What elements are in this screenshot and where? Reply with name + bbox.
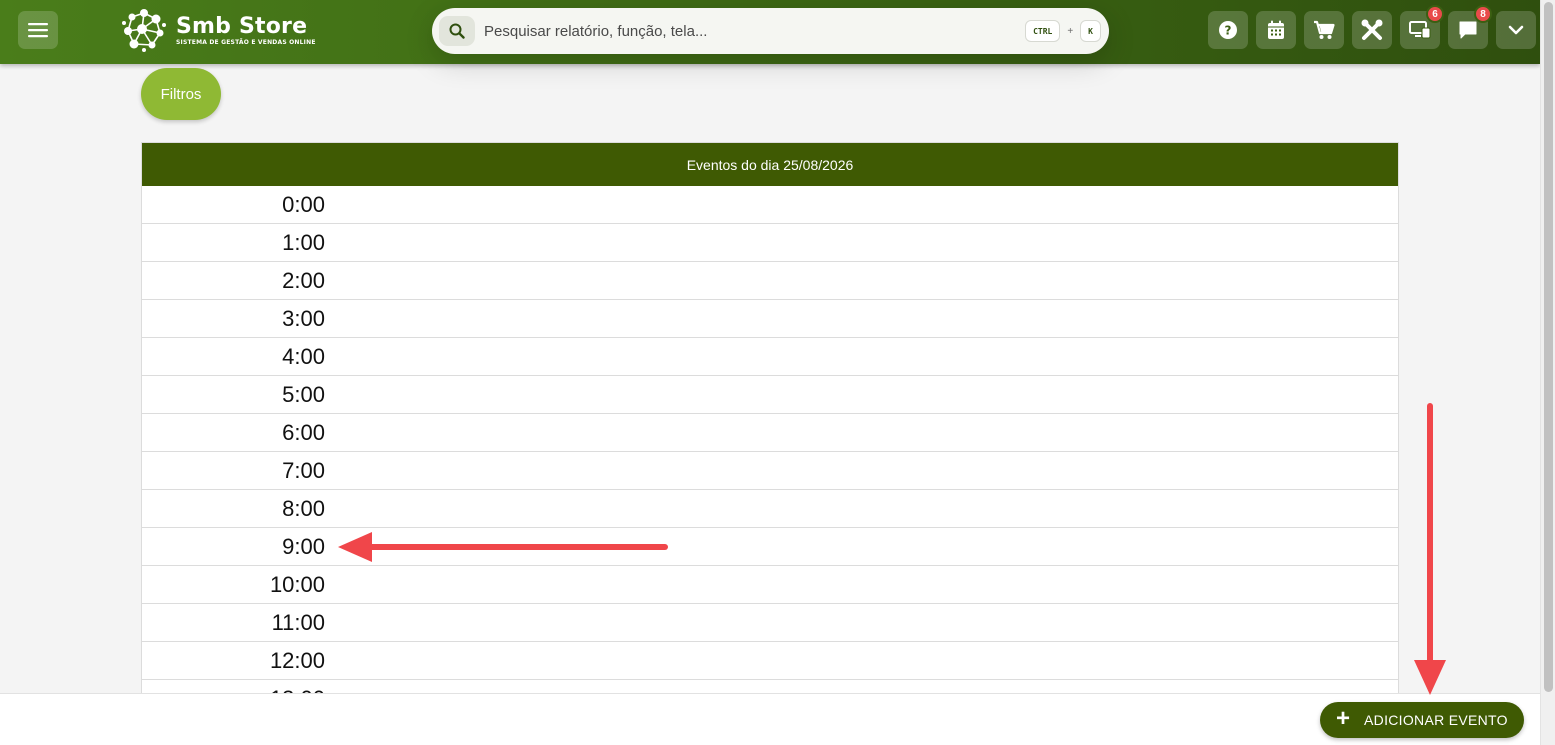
search-icon (449, 23, 465, 39)
hour-event-slot[interactable] (325, 566, 1398, 603)
tools-icon (1361, 19, 1383, 40)
user-menu-button[interactable] (1496, 11, 1536, 49)
hour-event-slot[interactable] (325, 376, 1398, 413)
help-icon: ? (1219, 21, 1237, 39)
hour-row[interactable]: 7:00 (142, 452, 1398, 490)
svg-text:?: ? (1225, 24, 1232, 38)
shortcut-plus: + (1067, 25, 1074, 37)
shortcut-ctrl-key: CTRL (1025, 20, 1061, 42)
hour-event-slot[interactable] (325, 604, 1398, 641)
hour-event-slot[interactable] (325, 300, 1398, 337)
hour-label: 11:00 (271, 609, 325, 635)
help-button[interactable]: ? (1208, 11, 1248, 49)
hour-row[interactable]: 2:00 (142, 262, 1398, 300)
calendar-button[interactable] (1256, 11, 1296, 49)
chat-button[interactable]: 8 (1448, 5, 1492, 49)
hour-event-slot[interactable] (325, 490, 1398, 527)
hour-row[interactable]: 3:00 (142, 300, 1398, 338)
hour-row[interactable]: 12:00 (142, 642, 1398, 680)
top-header: Smb Store SISTEMA DE GESTÃO E VENDAS ONL… (0, 0, 1540, 64)
brand-logo[interactable]: Smb Store SISTEMA DE GESTÃO E VENDAS ONL… (120, 6, 316, 54)
hour-label: 12:00 (269, 647, 325, 673)
hour-event-slot[interactable] (325, 338, 1398, 375)
logo-subtitle: SISTEMA DE GESTÃO E VENDAS ONLINE (176, 38, 316, 46)
hour-label: 1:00 (282, 229, 325, 255)
hour-event-slot[interactable] (325, 414, 1398, 451)
chat-notification-badge: 8 (1474, 5, 1492, 23)
hour-row[interactable]: 8:00 (142, 490, 1398, 528)
hour-row[interactable]: 0:00 (142, 186, 1398, 224)
cart-icon (1314, 20, 1335, 39)
plus-icon: + (1336, 705, 1351, 732)
hour-row[interactable]: 1:00 (142, 224, 1398, 262)
search-bar[interactable]: CTRL + K (432, 8, 1109, 54)
screen-button[interactable]: 6 (1400, 5, 1444, 49)
hour-label: 6:00 (282, 419, 325, 445)
logo-network-icon (122, 9, 166, 52)
menu-button[interactable] (18, 11, 58, 49)
annotation-arrow-down (1414, 403, 1446, 695)
page-scrollbar[interactable] (1540, 0, 1555, 745)
chevron-down-icon (1508, 25, 1524, 35)
logo-text: Smb Store SISTEMA DE GESTÃO E VENDAS ONL… (176, 13, 316, 46)
hour-row[interactable]: 4:00 (142, 338, 1398, 376)
filters-button[interactable]: Filtros (141, 68, 221, 120)
hour-event-slot[interactable] (325, 642, 1398, 679)
hour-event-slot[interactable] (325, 528, 1398, 565)
hour-event-slot[interactable] (325, 224, 1398, 261)
hour-event-slot[interactable] (325, 186, 1398, 223)
hour-label: 4:00 (282, 343, 325, 369)
hour-label: 9:00 (282, 533, 325, 559)
logo-title: Smb Store (176, 13, 308, 39)
hour-event-slot[interactable] (325, 452, 1398, 489)
hour-label: 8:00 (282, 495, 325, 521)
hour-event-slot[interactable] (325, 262, 1398, 299)
hour-row[interactable]: 9:00 (142, 528, 1398, 566)
shortcut-k-key: K (1080, 20, 1101, 42)
hour-row[interactable]: 5:00 (142, 376, 1398, 414)
tools-button[interactable] (1352, 11, 1392, 49)
search-button[interactable] (439, 16, 475, 46)
chat-icon (1459, 21, 1477, 39)
screen-icon (1409, 21, 1431, 39)
day-events-title: Eventos do dia 25/08/2026 (142, 143, 1398, 186)
hour-label: 3:00 (282, 305, 325, 331)
calendar-icon (1268, 20, 1284, 39)
screen-notification-badge: 6 (1426, 5, 1444, 23)
shortcut-hint: CTRL + K (1025, 20, 1101, 42)
hour-rows: 0:00 1:00 2:00 3:00 4:00 5:00 6:00 7:00 8:00 9:00… (142, 186, 1398, 701)
hour-row[interactable]: 6:00 (142, 414, 1398, 452)
hour-label: 5:00 (282, 381, 325, 407)
add-event-label: ADICIONAR EVENTO (1364, 712, 1508, 728)
search-input[interactable] (484, 22, 1004, 40)
hour-label: 0:00 (282, 191, 325, 217)
menu-icon (28, 23, 48, 38)
add-event-button[interactable]: + ADICIONAR EVENTO (1320, 702, 1524, 738)
cart-button[interactable] (1304, 11, 1344, 49)
footer-bar (0, 693, 1540, 745)
day-events-table: Eventos do dia 25/08/2026 0:00 1:00 2:00 3:… (141, 142, 1399, 702)
hour-row[interactable]: 10:00 (142, 566, 1398, 604)
hour-label: 7:00 (282, 457, 325, 483)
hour-label: 2:00 (282, 267, 325, 293)
hour-row[interactable]: 11:00 (142, 604, 1398, 642)
hour-label: 10:00 (269, 571, 325, 597)
scrollbar-thumb[interactable] (1544, 2, 1553, 692)
